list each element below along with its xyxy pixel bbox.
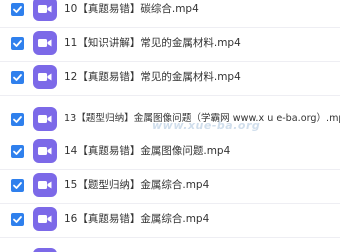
file-row[interactable]: 16【真题易错】金属综合.mp4 [0,204,340,238]
file-row[interactable]: 10【真题易错】碳综合.mp4 [0,0,340,28]
checkbox-checked[interactable] [11,113,24,126]
file-name[interactable]: 14【真题易错】金属图像问题.mp4 [64,143,230,159]
checkbox-checked[interactable] [11,179,24,192]
checkbox-checked[interactable] [11,37,24,50]
file-row[interactable]: 13【题型归纳】金属图像问题（学霸网 www.x u e-ba.org）.mp4 [0,104,340,138]
video-file-icon [33,31,57,55]
video-file-icon [33,173,57,197]
file-row[interactable]: 11【知识讲解】常见的金属材料.mp4 [0,28,340,62]
video-file-icon [33,107,57,131]
file-name[interactable]: 11【知识讲解】常见的金属材料.mp4 [64,35,241,51]
checkbox-checked[interactable] [11,145,24,158]
file-name[interactable]: 13【题型归纳】金属图像问题（学霸网 www.x u e-ba.org）.mp4 [64,111,340,127]
checkbox-checked[interactable] [11,71,24,84]
file-list: 10【真题易错】碳综合.mp4 11【知识讲解】常见的金属材料.mp4 12【真… [0,0,340,252]
file-row[interactable]: 12【真题易错】常见的金属材料.mp4 [0,62,340,96]
video-file-icon [33,207,57,231]
video-file-icon [33,0,57,21]
file-row[interactable]: 15【题型归纳】金属综合.mp4 [0,170,340,204]
file-name[interactable]: 15【题型归纳】金属综合.mp4 [64,177,209,193]
file-row[interactable]: 14【真题易错】金属图像问题.mp4 [0,136,340,170]
video-file-icon [33,65,57,89]
checkbox-checked[interactable] [11,213,24,226]
file-name[interactable]: 10【真题易错】碳综合.mp4 [64,1,199,17]
file-name[interactable]: 16【真题易错】金属综合.mp4 [64,211,209,227]
video-file-icon [33,248,57,252]
checkbox-checked[interactable] [11,3,24,16]
file-name[interactable]: 12【真题易错】常见的金属材料.mp4 [64,69,241,85]
video-file-icon [33,139,57,163]
